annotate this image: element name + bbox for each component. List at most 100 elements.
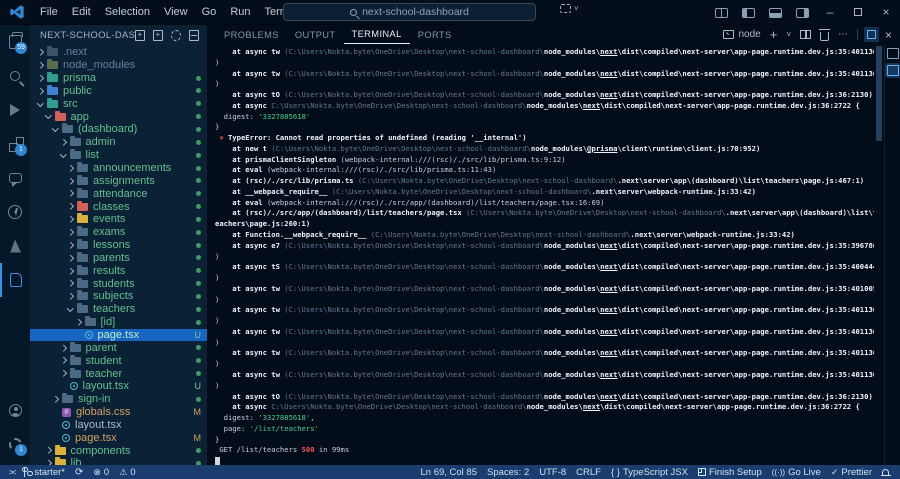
- chevron-down-icon[interactable]: [59, 154, 68, 157]
- tree-item--dashboard-[interactable]: (dashboard): [30, 123, 207, 136]
- tree-item-lessons[interactable]: lessons: [30, 239, 207, 252]
- prettier[interactable]: ✓Prettier: [826, 467, 877, 478]
- chevron-right-icon[interactable]: [66, 179, 75, 184]
- chevron-right-icon[interactable]: [36, 89, 45, 94]
- tree-item-admin[interactable]: admin: [30, 136, 207, 149]
- terminal-instance-active-icon[interactable]: [887, 65, 899, 76]
- chevron-down-icon[interactable]: [44, 115, 53, 118]
- tree-item-exams[interactable]: exams: [30, 226, 207, 239]
- chevron-right-icon[interactable]: [66, 230, 75, 235]
- chevron-right-icon[interactable]: [36, 76, 45, 81]
- run-and-debug-button[interactable]: [0, 93, 30, 127]
- tree-item-students[interactable]: students: [30, 277, 207, 290]
- tree-item-events[interactable]: events: [30, 213, 207, 226]
- tree-item-subjects[interactable]: subjects: [30, 290, 207, 303]
- terminal-output[interactable]: at async tw (C:\Users\Nokta.byte\OneDriv…: [207, 44, 874, 465]
- chevron-right-icon[interactable]: [66, 269, 75, 274]
- remote-indicator[interactable]: ><: [4, 468, 19, 477]
- notifications[interactable]: [877, 467, 894, 478]
- tree-item-globals-css[interactable]: #globals.cssM: [30, 406, 207, 419]
- chevron-right-icon[interactable]: [66, 281, 75, 286]
- settings-gear-button[interactable]: 1: [0, 427, 30, 461]
- menu-file[interactable]: File: [33, 0, 65, 25]
- tree-item-parent[interactable]: parent: [30, 341, 207, 354]
- extensions-button[interactable]: 1: [0, 127, 30, 161]
- chevron-right-icon[interactable]: [59, 358, 68, 363]
- warnings-count[interactable]: ⚠0: [114, 467, 140, 478]
- panel-tab-terminal[interactable]: TERMINAL: [344, 25, 410, 44]
- window-maximize-button[interactable]: [844, 0, 872, 25]
- chevron-right-icon[interactable]: [51, 397, 60, 402]
- chevron-down-icon[interactable]: [36, 103, 45, 106]
- chevron-right-icon[interactable]: [36, 63, 45, 68]
- explorer-button[interactable]: 59: [0, 25, 30, 59]
- indentation[interactable]: Spaces: 2: [482, 467, 534, 478]
- chevron-right-icon[interactable]: [44, 448, 53, 453]
- go-live[interactable]: ((·))Go Live: [767, 467, 826, 478]
- tree-item--next[interactable]: .next: [30, 46, 207, 59]
- prisma-button[interactable]: [0, 229, 30, 263]
- tree-item-classes[interactable]: classes: [30, 200, 207, 213]
- panel-tab-output[interactable]: OUTPUT: [287, 26, 344, 44]
- chevron-right-icon[interactable]: [59, 140, 68, 145]
- more-actions-icon[interactable]: ⋯: [838, 29, 848, 40]
- maximize-panel-icon[interactable]: [867, 30, 876, 39]
- window-close-button[interactable]: ×: [872, 0, 900, 25]
- tree-item-teachers[interactable]: teachers: [30, 303, 207, 316]
- new-terminal-icon[interactable]: +: [770, 27, 778, 42]
- tree-item-lib[interactable]: lib: [30, 457, 207, 465]
- chevron-right-icon[interactable]: [66, 217, 75, 222]
- menu-go[interactable]: Go: [195, 0, 224, 25]
- encoding[interactable]: UTF-8: [534, 467, 571, 478]
- chat-button[interactable]: [0, 161, 30, 195]
- menu-run[interactable]: Run: [223, 0, 257, 25]
- toggle-grid-layout-icon[interactable]: [715, 8, 728, 18]
- tree-item-public[interactable]: public: [30, 85, 207, 98]
- tree-item-components[interactable]: components: [30, 444, 207, 457]
- menu-view[interactable]: View: [157, 0, 195, 25]
- panel-tab-ports[interactable]: PORTS: [410, 26, 460, 44]
- tree-item-layout-tsx[interactable]: layout.tsxU: [30, 380, 207, 393]
- collapse-folders-icon[interactable]: [189, 30, 199, 41]
- kill-terminal-icon[interactable]: [820, 32, 829, 41]
- docs-button[interactable]: [0, 263, 30, 297]
- chevron-right-icon[interactable]: [66, 243, 75, 248]
- menu-selection[interactable]: Selection: [98, 0, 157, 25]
- chevron-right-icon[interactable]: [44, 461, 53, 465]
- thunder-client-button[interactable]: [0, 195, 30, 229]
- new-file-icon[interactable]: [135, 30, 145, 41]
- tree-item-announcements[interactable]: announcements: [30, 162, 207, 175]
- close-panel-icon[interactable]: ×: [885, 28, 892, 42]
- tree-item--id-[interactable]: [id]: [30, 316, 207, 329]
- terminal-instance-icon[interactable]: [887, 48, 899, 59]
- tree-item-page-tsx[interactable]: page.tsxM: [30, 431, 207, 444]
- chevron-right-icon[interactable]: [66, 256, 75, 261]
- tree-item-results[interactable]: results: [30, 264, 207, 277]
- chevron-right-icon[interactable]: [59, 371, 68, 376]
- menu-edit[interactable]: Edit: [65, 0, 98, 25]
- chevron-right-icon[interactable]: [59, 346, 68, 351]
- chevron-right-icon[interactable]: [74, 320, 83, 325]
- chevron-down-icon[interactable]: [66, 308, 75, 311]
- terminal-dropdown-icon[interactable]: ˅: [786, 30, 791, 39]
- chevron-right-icon[interactable]: [66, 166, 75, 171]
- accounts-button[interactable]: [0, 393, 30, 427]
- git-branch[interactable]: starter*: [19, 467, 70, 478]
- terminal-shell-label[interactable]: node: [738, 29, 760, 40]
- tree-item-prisma[interactable]: prisma: [30, 72, 207, 85]
- panel-tab-problems[interactable]: PROBLEMS: [216, 26, 287, 44]
- tree-item-attendance[interactable]: attendance: [30, 187, 207, 200]
- language-mode[interactable]: { }TypeScript JSX: [606, 467, 693, 478]
- refresh-explorer-icon[interactable]: [171, 30, 181, 41]
- cursor-position[interactable]: Ln 69, Col 85: [415, 467, 482, 478]
- chevron-right-icon[interactable]: [66, 294, 75, 299]
- chevron-right-icon[interactable]: [66, 191, 75, 196]
- finish-setup[interactable]: Finish Setup: [693, 467, 767, 478]
- tree-item-assignments[interactable]: assignments: [30, 174, 207, 187]
- sync-dropdown[interactable]: ˅: [560, 4, 579, 13]
- toggle-secondary-sidebar-icon[interactable]: [796, 8, 809, 18]
- tree-item-list[interactable]: list: [30, 149, 207, 162]
- chevron-right-icon[interactable]: [66, 204, 75, 209]
- tree-item-src[interactable]: src: [30, 97, 207, 110]
- search-button[interactable]: [0, 59, 30, 93]
